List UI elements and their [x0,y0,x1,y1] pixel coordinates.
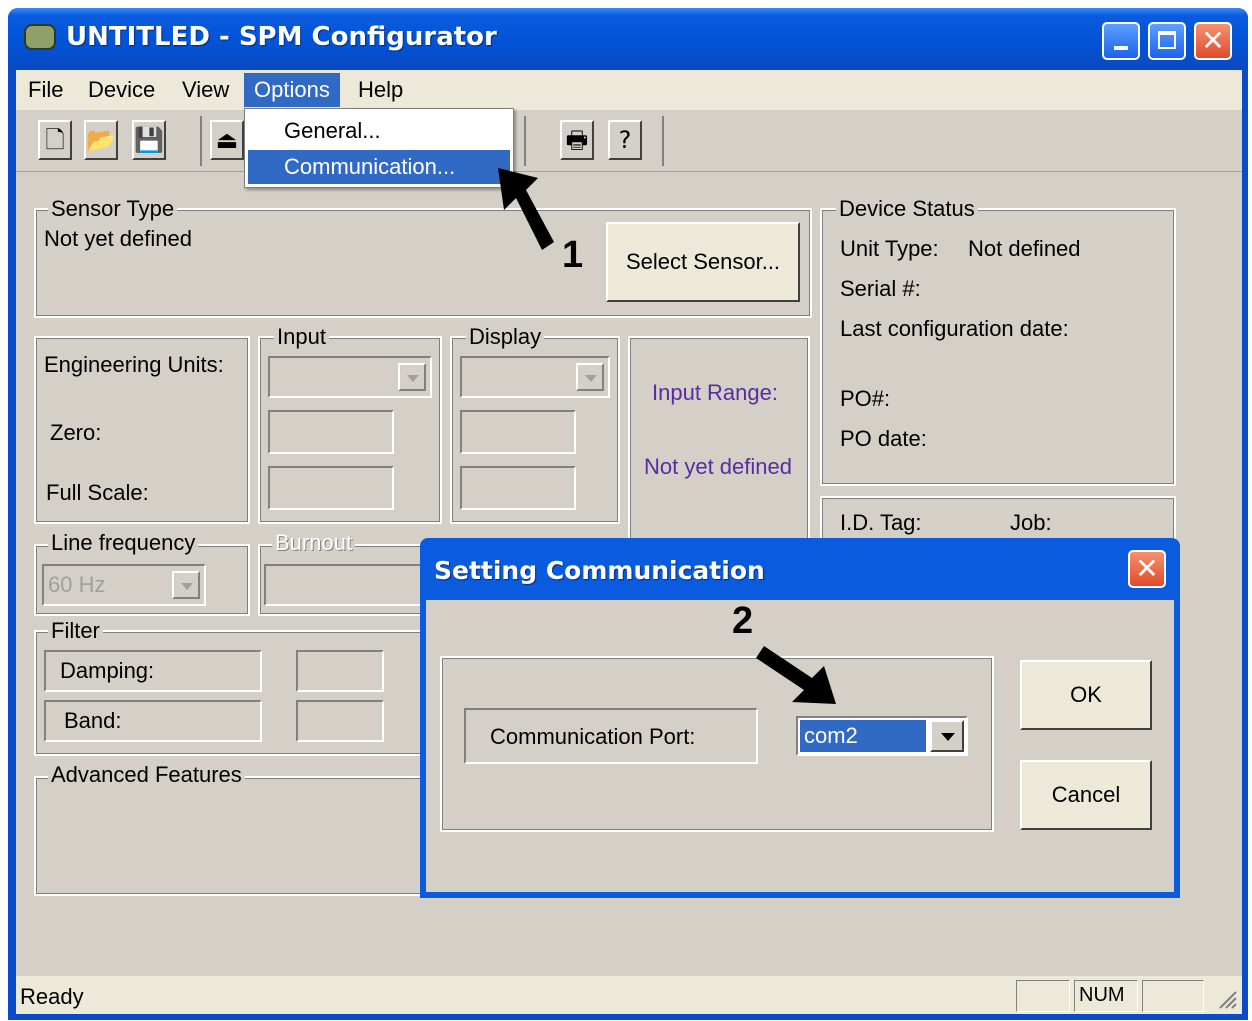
menu-item-general[interactable]: General... [248,114,510,148]
band-box: Band: [44,700,262,742]
unit-type-label: Unit Type: [840,236,939,261]
menu-help[interactable]: Help [348,73,413,107]
band-field[interactable] [296,700,384,742]
filter-title: Filter [48,618,103,644]
num-indicator: NUM [1079,984,1125,1006]
port-dropdown-button[interactable] [930,720,964,752]
save-icon[interactable]: 💾 [132,120,166,160]
communication-port-label: Communication Port: [490,724,696,749]
burnout-title: Burnout [272,530,356,556]
sensor-type-value: Not yet defined [44,226,192,251]
input-units-combo[interactable] [268,356,432,398]
dialog-title: Setting Communication [434,556,765,585]
arrow-annotation-2 [756,646,836,704]
engineering-units-label: Engineering Units: [44,352,224,377]
last-config-label: Last configuration date: [840,316,1069,341]
po-date-label: PO date: [840,426,927,451]
eject-icon[interactable]: ⏏ [210,120,244,160]
display-title: Display [466,324,545,350]
arrow-annotation-1 [498,168,554,250]
display-zero-field[interactable] [460,410,576,454]
burnout-combo[interactable] [264,564,430,606]
line-frequency-value: 60 Hz [48,572,106,597]
full-scale-label: Full Scale: [46,480,149,505]
close-icon: ✕ [1135,552,1159,585]
minimize-button[interactable] [1102,22,1140,60]
toolbar-separator [662,116,664,166]
communication-port-select[interactable]: com2 [796,716,968,756]
zero-label: Zero: [50,420,102,445]
close-button[interactable]: ✕ [1194,22,1232,60]
input-range-label: Input Range: [652,380,778,405]
input-range-value: Not yet defined [644,454,792,479]
job-label: Job: [1010,510,1052,535]
new-file-icon[interactable]: 🗋 [38,120,72,160]
status-pane [1142,980,1204,1012]
port-selected-value: com2 [800,720,926,752]
print-icon[interactable]: 🖶 [560,120,594,160]
advanced-features-group [34,776,434,896]
chevron-down-icon[interactable] [576,363,604,391]
maximize-icon [1158,31,1176,49]
ok-button[interactable]: OK [1020,660,1152,730]
damping-label: Damping: [60,658,155,683]
resize-grip-icon[interactable] [1214,986,1238,1010]
app-icon[interactable] [24,24,56,50]
po-label: PO#: [840,386,891,411]
menu-item-communication[interactable]: Communication... [248,150,510,184]
minimize-icon [1114,46,1128,50]
serial-label: Serial #: [840,276,921,301]
status-text: Ready [20,984,84,1009]
status-pane [1016,980,1070,1012]
line-frequency-title: Line frequency [48,530,199,556]
chevron-down-icon [941,733,955,741]
chevron-down-icon[interactable] [172,571,200,599]
step-2-label: 2 [732,600,754,642]
maximize-button[interactable] [1148,22,1186,60]
step-1-label: 1 [562,234,584,276]
status-num-pane: NUM [1074,980,1138,1012]
display-full-scale-field[interactable] [460,466,576,510]
line-frequency-combo[interactable]: 60 Hz [42,564,206,606]
cancel-button[interactable]: Cancel [1020,760,1152,830]
damping-box: Damping: [44,650,262,692]
menu-view[interactable]: View [172,73,239,107]
toolbar-separator [524,116,526,166]
help-icon[interactable]: ? [608,120,642,160]
input-range-group [628,336,810,546]
select-sensor-button[interactable]: Select Sensor... [606,222,800,302]
input-title: Input [274,324,329,350]
menu-file[interactable]: File [18,73,73,107]
input-full-scale-field[interactable] [268,466,394,510]
id-tag-label: I.D. Tag: [840,510,922,535]
chevron-down-icon[interactable] [398,363,426,391]
damping-field[interactable] [296,650,384,692]
open-folder-icon[interactable]: 📂 [84,120,118,160]
toolbar-separator [200,116,202,166]
port-label-box: Communication Port: [464,708,758,764]
menu-options[interactable]: Options [244,73,340,107]
dialog-close-button[interactable]: ✕ [1128,550,1166,588]
close-icon: ✕ [1201,24,1225,57]
device-status-title: Device Status [836,196,978,222]
display-units-combo[interactable] [460,356,610,398]
band-label: Band: [64,708,122,733]
advanced-features-title: Advanced Features [48,762,245,788]
input-zero-field[interactable] [268,410,394,454]
unit-type-value: Not defined [968,236,1081,261]
sensor-type-title: Sensor Type [48,196,178,222]
window-title: UNTITLED - SPM Configurator [66,22,497,52]
menu-device[interactable]: Device [78,73,165,107]
